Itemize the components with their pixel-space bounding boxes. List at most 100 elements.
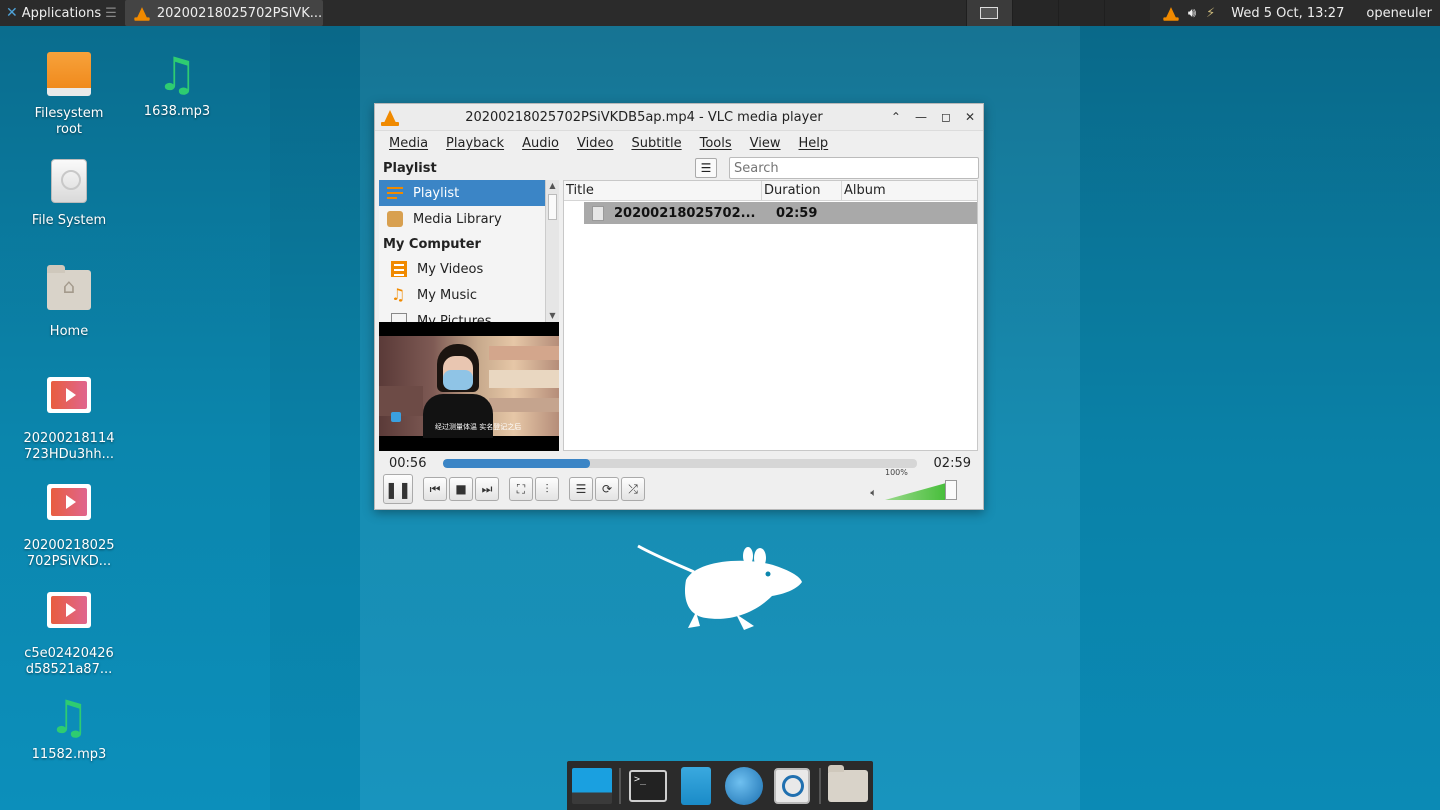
- show-desktop-button[interactable]: [571, 765, 613, 807]
- scroll-down-icon[interactable]: ▼: [546, 310, 559, 322]
- desktop-icon-label: File System: [31, 213, 107, 228]
- extended-settings-button[interactable]: ⫶: [535, 477, 559, 501]
- table-row[interactable]: 20200218025702... 02:59: [584, 202, 977, 224]
- desktop-icon-home[interactable]: Home: [19, 264, 119, 340]
- desktop-icon-label: c5e02420426 d58521a87...: [24, 646, 114, 677]
- sidebar-scrollbar[interactable]: ▲ ▼: [545, 180, 559, 322]
- music-icon: ♫: [48, 690, 90, 744]
- sidebar-item-label: My Music: [417, 287, 478, 303]
- desktop-icon-1638-mp3[interactable]: ♫ 1638.mp3: [127, 50, 227, 120]
- vlc-tray-icon[interactable]: [1163, 6, 1179, 21]
- seek-slider[interactable]: [443, 458, 917, 468]
- column-header-title[interactable]: Title: [564, 181, 762, 200]
- top-panel: ✕ Applications ☰ 20200218025702PSiVK... …: [0, 0, 1440, 26]
- minimize-button[interactable]: —: [915, 110, 927, 124]
- picture-icon: [391, 313, 407, 322]
- volume-slider[interactable]: 100%: [885, 468, 957, 500]
- maximize-button[interactable]: ◻: [941, 110, 951, 124]
- person-in-mask: [423, 344, 493, 438]
- workspace-2[interactable]: [1011, 0, 1058, 26]
- sidebar-item-playlist[interactable]: Playlist: [379, 180, 545, 206]
- menu-help[interactable]: Help: [791, 136, 837, 151]
- volume-control: 🔈︎ 100%: [870, 468, 957, 500]
- pause-button[interactable]: ❚❚: [383, 474, 413, 504]
- fullscreen-button[interactable]: ⛶: [509, 477, 533, 501]
- playlist-header: Playlist ☰: [375, 155, 983, 181]
- home-folder-launcher[interactable]: [827, 764, 869, 807]
- xfce-mouse-logo: [637, 544, 802, 630]
- volume-percent: 100%: [885, 468, 908, 477]
- window-titlebar[interactable]: 20200218025702PSiVKDB5ap.mp4 - VLC media…: [375, 104, 983, 131]
- globe-icon: [725, 766, 763, 805]
- playlist-view-button[interactable]: ☰: [695, 158, 717, 178]
- web-browser-launcher[interactable]: [723, 765, 765, 807]
- terminal-icon: >_: [629, 769, 667, 802]
- sidebar-item-my-pictures[interactable]: My Pictures: [379, 308, 559, 322]
- menu-media[interactable]: Media: [381, 136, 436, 151]
- menu-playback[interactable]: Playback: [438, 136, 512, 151]
- playback-controls: ❚❚ ⏮︎ ■ ⏭︎ ⛶ ⫶ ☰ ⟳ ⤮ 🔈︎ 100%: [379, 468, 979, 504]
- desktop-icon-video-3[interactable]: c5e02420426 d58521a87...: [19, 586, 119, 678]
- playlist-title: Playlist: [383, 160, 437, 176]
- workspace-1[interactable]: [965, 0, 1012, 26]
- desktop-icon-filesystem-root[interactable]: Filesystem root: [19, 50, 119, 138]
- column-header-album[interactable]: Album: [842, 181, 977, 200]
- terminal-launcher[interactable]: >_: [627, 765, 669, 807]
- desktop-icon-file-system[interactable]: File System: [19, 157, 119, 229]
- vlc-icon: [134, 6, 150, 21]
- sidebar-item-my-music[interactable]: ♫ My Music: [379, 282, 559, 308]
- sidebar-item-media-library[interactable]: Media Library: [379, 206, 559, 232]
- taskbar-button-label: 20200218025702PSiVK...: [156, 5, 323, 21]
- time-total: 02:59: [933, 455, 971, 471]
- scroll-up-icon[interactable]: ▲: [546, 180, 559, 192]
- desktop-icon-11582-mp3[interactable]: ♫ 11582.mp3: [19, 693, 119, 763]
- taskbar-button-vlc[interactable]: 20200218025702PSiVK...: [124, 0, 323, 26]
- speaker-icon[interactable]: 🔈︎: [870, 486, 877, 500]
- stop-button[interactable]: ■: [449, 477, 473, 501]
- next-button[interactable]: ⏭︎: [475, 477, 499, 501]
- workspace-4[interactable]: [1103, 0, 1150, 26]
- video-file-icon: [47, 592, 91, 628]
- sidebar-item-my-videos[interactable]: My Videos: [379, 256, 559, 282]
- close-button[interactable]: ✕: [965, 110, 975, 124]
- magnifier-icon: [774, 767, 810, 804]
- volume-knob[interactable]: [945, 480, 957, 500]
- menu-subtitle[interactable]: Subtitle: [623, 136, 689, 151]
- applications-menu[interactable]: ✕ Applications ☰: [0, 0, 123, 26]
- video-preview[interactable]: 经过测量体温 实名登记之后: [379, 322, 559, 451]
- disk-icon: [51, 159, 87, 203]
- menu-audio[interactable]: Audio: [514, 136, 567, 151]
- toggle-playlist-button[interactable]: ☰: [569, 477, 593, 501]
- search-input[interactable]: [729, 157, 979, 179]
- menu-tools[interactable]: Tools: [692, 136, 740, 151]
- folder-icon: [828, 764, 868, 802]
- desktop-icon: [572, 767, 612, 804]
- music-note-icon: ♫: [391, 285, 406, 304]
- loop-button[interactable]: ⟳: [595, 477, 619, 501]
- shade-button[interactable]: ⌃: [891, 110, 901, 124]
- desktop-icon-video-1[interactable]: 20200218114 723HDu3hh...: [19, 371, 119, 463]
- window-preview-icon: [980, 7, 999, 19]
- user-menu[interactable]: openeuler: [1366, 6, 1432, 21]
- shuffle-button[interactable]: ⤮: [621, 477, 645, 501]
- desktop-icon-label: 20200218114 723HDu3hh...: [23, 431, 115, 462]
- film-icon: [391, 261, 407, 277]
- media-library-icon: [387, 211, 403, 227]
- menu-video[interactable]: Video: [569, 136, 621, 151]
- previous-button[interactable]: ⏮︎: [423, 477, 447, 501]
- workspace-3[interactable]: [1057, 0, 1104, 26]
- time-elapsed: 00:56: [389, 455, 427, 471]
- workspace-switcher: [965, 0, 1150, 26]
- background-band: [1080, 26, 1440, 810]
- app-finder-launcher[interactable]: [771, 765, 813, 807]
- clock[interactable]: Wed 5 Oct, 13:27: [1231, 6, 1344, 21]
- column-header-duration[interactable]: Duration: [762, 181, 842, 200]
- scrollbar-thumb[interactable]: [548, 194, 557, 220]
- desktop-icon-label: 1638.mp3: [143, 104, 211, 119]
- menu-view[interactable]: View: [742, 136, 789, 151]
- network-icon[interactable]: ⚡︎: [1206, 6, 1215, 21]
- volume-icon[interactable]: 🔊︎: [1188, 6, 1196, 21]
- file-manager-launcher[interactable]: [675, 765, 717, 807]
- vlc-window: 20200218025702PSiVKDB5ap.mp4 - VLC media…: [374, 103, 984, 510]
- desktop-icon-video-2[interactable]: 20200218025 702PSiVKD...: [19, 478, 119, 570]
